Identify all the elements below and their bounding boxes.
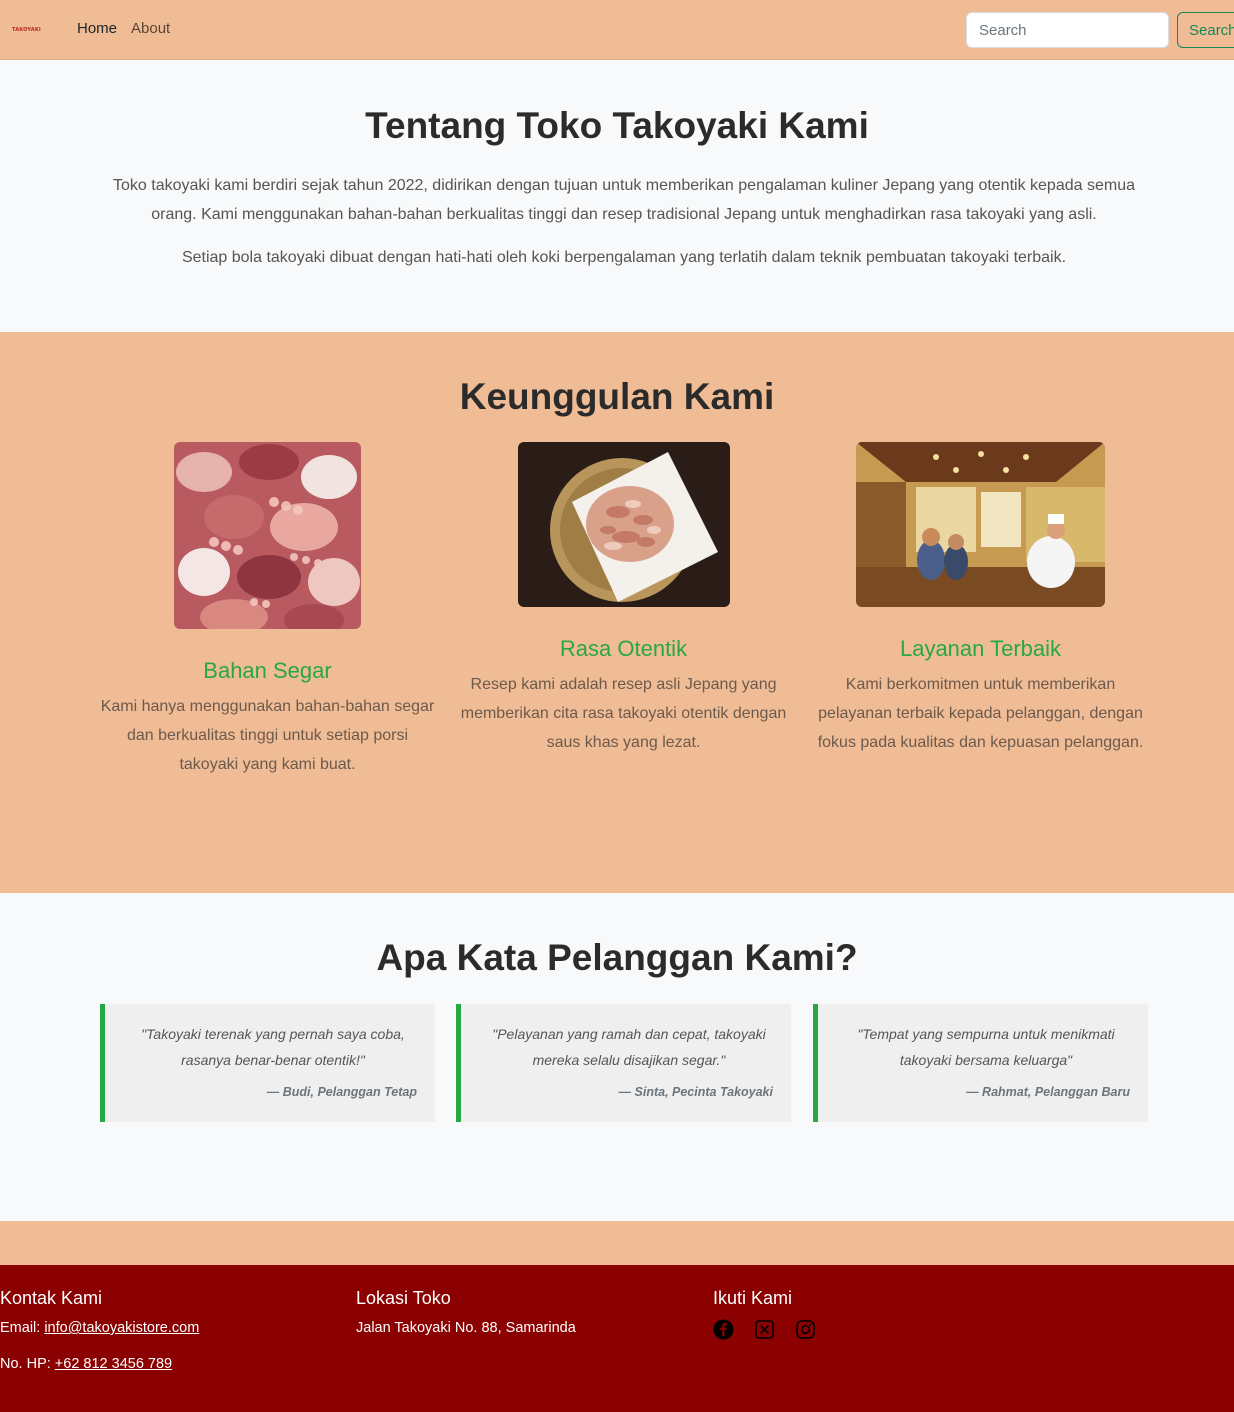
feature-title: Layanan Terbaik	[899, 636, 1062, 661]
katsuobushi-image	[518, 442, 730, 607]
feature-text: Kami hanya menggunakan bahan-bahan segar…	[100, 698, 435, 773]
features-section: Keunggulan Kami Bahan Segar Kami hanya m…	[0, 332, 1234, 893]
restaurant-image	[856, 442, 1105, 607]
about-paragraph-2: Setiap bola takoyaki dibuat dengan hati-…	[181, 249, 1067, 266]
feature-title: Rasa Otentik	[559, 636, 688, 661]
testimonials-section: Apa Kata Pelanggan Kami? "Takoyaki teren…	[0, 893, 1234, 1221]
footer-social-title: Ikuti Kami	[713, 1288, 793, 1308]
testimonial-quote: "Takoyaki terenak yang pernah saya coba,…	[141, 1026, 405, 1068]
footer-address: Jalan Takoyaki No. 88, Samarinda	[356, 1320, 576, 1336]
footer-divider-strip	[0, 1221, 1234, 1265]
footer: Kontak Kami Email: info@takoyakistore.co…	[0, 1265, 1234, 1412]
about-paragraph-1: Toko takoyaki kami berdiri sejak tahun 2…	[113, 177, 1135, 223]
logo[interactable]: TAKOYAKI	[12, 25, 54, 35]
feature-text: Resep kami adalah resep asli Jepang yang…	[460, 676, 787, 751]
email-link[interactable]: info@takoyakistore.com	[44, 1320, 199, 1336]
feature-card: Rasa Otentik Resep kami adalah resep asl…	[456, 442, 791, 782]
email-label: Email:	[0, 1320, 45, 1336]
features-title: Keunggulan Kami	[459, 376, 775, 417]
about-section: Tentang Toko Takoyaki Kami Toko takoyaki…	[0, 61, 1234, 332]
footer-location-title: Lokasi Toko	[356, 1288, 451, 1308]
social-links	[713, 1319, 816, 1340]
phone-label: No. HP:	[0, 1356, 55, 1372]
footer-location: Lokasi Toko Jalan Takoyaki No. 88, Samar…	[356, 1288, 576, 1338]
footer-contact-title: Kontak Kami	[0, 1288, 103, 1308]
logo-text: TAKOYAKI	[12, 27, 41, 33]
testimonial-card: "Takoyaki terenak yang pernah saya coba,…	[100, 1004, 435, 1122]
facebook-icon[interactable]	[713, 1319, 734, 1340]
footer-phone: No. HP: +62 812 3456 789	[0, 1354, 199, 1374]
navbar: TAKOYAKI Home About Search	[0, 0, 1234, 60]
testimonial-quote: "Pelayanan yang ramah dan cepat, takoyak…	[492, 1026, 766, 1068]
search-button[interactable]: Search	[1177, 12, 1234, 48]
testimonial-author: — Rahmat, Pelanggan Baru	[966, 1085, 1130, 1099]
footer-social: Ikuti Kami	[713, 1288, 816, 1340]
feature-card: Bahan Segar Kami hanya menggunakan bahan…	[100, 442, 435, 782]
instagram-icon[interactable]	[795, 1319, 816, 1340]
footer-email: Email: info@takoyakistore.com	[0, 1318, 199, 1338]
testimonials-title: Apa Kata Pelanggan Kami?	[376, 937, 858, 978]
footer-contact: Kontak Kami Email: info@takoyakistore.co…	[0, 1288, 199, 1374]
phone-link[interactable]: +62 812 3456 789	[55, 1356, 172, 1372]
testimonial-quote: "Tempat yang sempurna untuk menikmati ta…	[857, 1026, 1115, 1068]
search-input[interactable]	[966, 12, 1169, 48]
feature-title: Bahan Segar	[203, 658, 332, 683]
testimonial-card: "Tempat yang sempurna untuk menikmati ta…	[813, 1004, 1148, 1122]
about-title: Tentang Toko Takoyaki Kami	[365, 105, 869, 146]
testimonial-card: "Pelayanan yang ramah dan cepat, takoyak…	[456, 1004, 791, 1122]
nav-link-home[interactable]: Home	[77, 20, 117, 37]
testimonial-author: — Sinta, Pecinta Takoyaki	[618, 1085, 773, 1099]
testimonial-author: — Budi, Pelanggan Tetap	[266, 1085, 417, 1099]
octopus-image	[174, 442, 361, 629]
x-icon[interactable]	[754, 1319, 775, 1340]
nav-link-about[interactable]: About	[131, 20, 170, 37]
feature-card: Layanan Terbaik Kami berkomitmen untuk m…	[813, 442, 1148, 782]
feature-text: Kami berkomitmen untuk memberikan pelaya…	[817, 676, 1144, 751]
